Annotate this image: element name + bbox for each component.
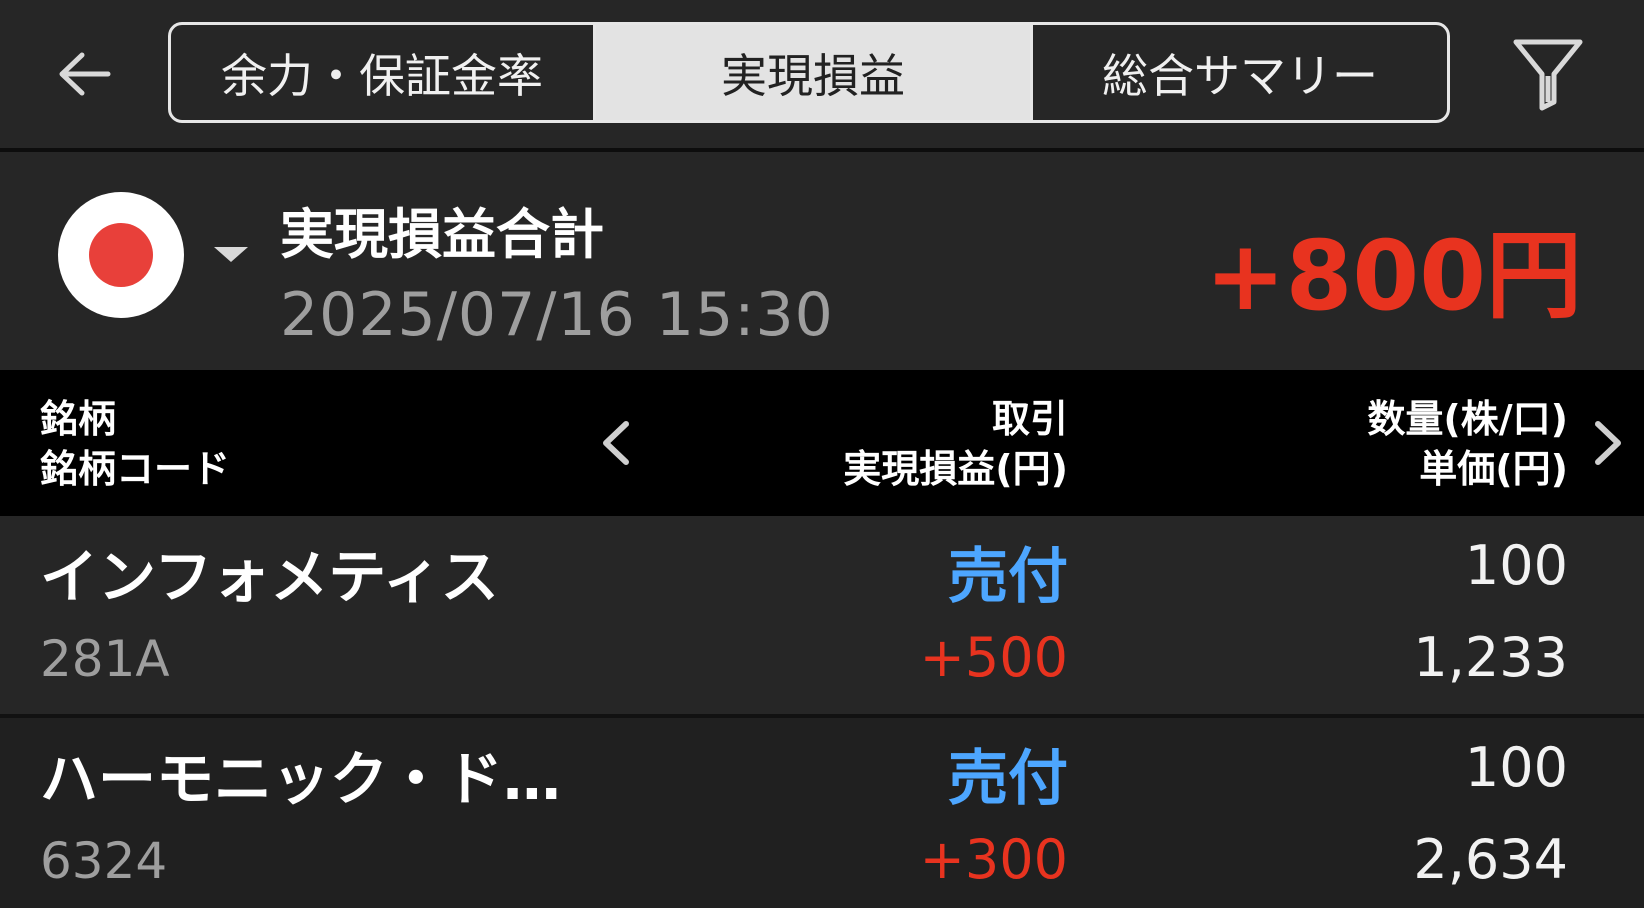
top-bar: 余力・保証金率 実現損益 総合サマリー xyxy=(0,0,1644,152)
filter-icon xyxy=(1513,39,1583,111)
tab-realized-pnl[interactable]: 実現損益 xyxy=(596,25,1030,120)
header-quantity-label: 数量(株/口) xyxy=(1367,397,1568,441)
row-symbol-name: ハーモニック・ド… xyxy=(40,745,561,813)
header-pnl-label: 実現損益(円) xyxy=(843,447,1068,491)
header-symbol-label: 銘柄 xyxy=(40,397,117,441)
header-col-quantity: 数量(株/口) 単価(円) xyxy=(1367,394,1568,494)
column-next-button[interactable] xyxy=(1588,418,1628,468)
summary-section: 実現損益合計 2025/07/16 15:30 +800円 xyxy=(0,152,1644,370)
chevron-right-icon xyxy=(1595,421,1621,465)
summary-title: 実現損益合計 xyxy=(280,203,604,266)
row-realized-pnl: +300 xyxy=(919,828,1068,891)
table-row[interactable]: インフォメティス 281A 売付 +500 100 1,233 xyxy=(0,516,1644,716)
row-unit-price: 2,634 xyxy=(1413,828,1568,891)
header-symbol-code-label: 銘柄コード xyxy=(40,447,231,491)
summary-datetime: 2025/07/16 15:30 xyxy=(280,280,834,350)
row-unit-price: 1,233 xyxy=(1413,626,1568,689)
tab-segmented-control: 余力・保証金率 実現損益 総合サマリー xyxy=(168,22,1450,123)
realized-pnl-screen: 余力・保証金率 実現損益 総合サマリー 実現損益合計 2025/07/16 15… xyxy=(0,0,1644,908)
header-price-label: 単価(円) xyxy=(1419,447,1568,491)
row-trade-type: 売付 xyxy=(948,744,1068,814)
row-trade-type: 売付 xyxy=(948,542,1068,612)
row-symbol-code: 281A xyxy=(40,630,170,688)
chevron-down-icon[interactable] xyxy=(214,247,248,262)
row-symbol-code: 6324 xyxy=(40,832,168,890)
tab-summary[interactable]: 総合サマリー xyxy=(1030,25,1447,120)
header-col-trade: 取引 実現損益(円) xyxy=(843,394,1068,494)
tab-margin-ratio[interactable]: 余力・保証金率 xyxy=(171,25,596,120)
table-header: 銘柄 銘柄コード 取引 実現損益(円) 数量(株/口) 単価(円) xyxy=(0,370,1644,516)
japan-flag-icon xyxy=(89,223,153,287)
table-row[interactable]: ハーモニック・ド… 6324 売付 +300 100 2,634 xyxy=(0,718,1644,908)
header-trade-label: 取引 xyxy=(991,397,1068,441)
summary-total-value: +800円 xyxy=(1205,220,1582,332)
filter-button[interactable] xyxy=(1508,34,1588,114)
row-symbol-name: インフォメティス xyxy=(40,543,499,611)
row-realized-pnl: +500 xyxy=(919,626,1068,689)
back-button[interactable] xyxy=(48,38,120,110)
row-quantity: 100 xyxy=(1464,534,1568,597)
header-col-symbol: 銘柄 銘柄コード xyxy=(40,394,230,494)
row-quantity: 100 xyxy=(1464,736,1568,799)
arrow-left-icon xyxy=(59,52,111,96)
column-prev-button[interactable] xyxy=(596,418,636,468)
chevron-left-icon xyxy=(603,421,629,465)
market-flag-selector[interactable] xyxy=(58,192,184,318)
